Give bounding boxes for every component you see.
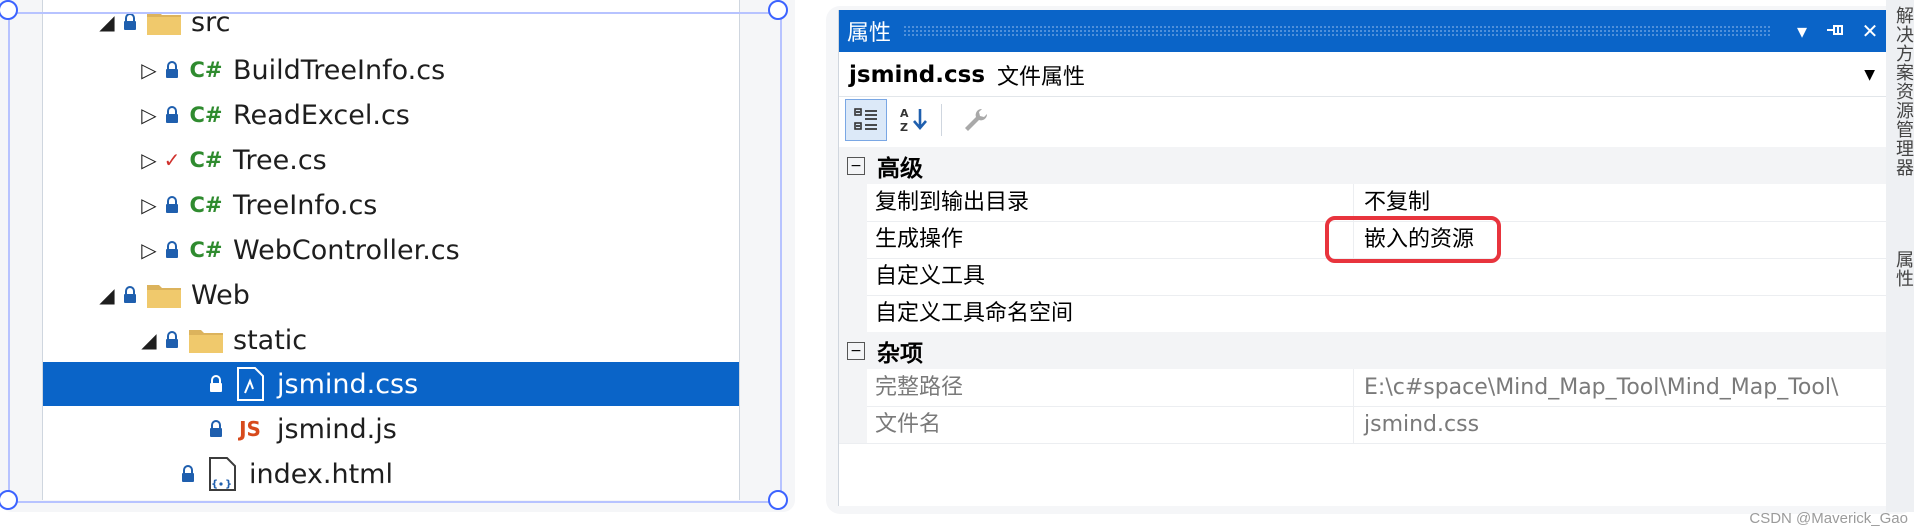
side-tab-properties[interactable]: 属性 [1890, 250, 1914, 288]
property-name: 生成操作 [875, 227, 964, 252]
property-row[interactable]: 自定义工具命名空间 [839, 295, 1887, 333]
collapse-icon[interactable]: − [847, 156, 865, 175]
properties-toolbar: A Z [839, 98, 1887, 142]
collapse-icon[interactable]: − [847, 341, 865, 360]
row-gutter [839, 406, 867, 443]
property-value: E:\c#space\Mind_Map_Tool\Mind_Map_Tool\ [1353, 369, 1887, 406]
property-name: 文件名 [875, 412, 942, 437]
solution-explorer: ◢ src ▷ C# BuildTreeInfo.cs ▷ C# ReadExcel.cs ▷ ✓… [0, 0, 795, 512]
property-row[interactable]: 自定义工具 [839, 258, 1887, 296]
row-gutter [839, 258, 867, 295]
category-label: 高级 [877, 155, 923, 182]
categorized-view-icon[interactable] [845, 99, 887, 141]
side-dock-tabs: 解决方案资源管理器 属性 [1886, 0, 1914, 512]
property-name: 完整路径 [875, 375, 964, 400]
properties-title: 属性 [847, 21, 892, 46]
property-name: 自定义工具 [875, 264, 986, 289]
resize-handle-bottom-right[interactable] [768, 490, 788, 510]
property-value: jsmind.css [1353, 406, 1887, 443]
category-label: 杂项 [877, 340, 923, 367]
property-row[interactable]: 完整路径 E:\c#space\Mind_Map_Tool\Mind_Map_To… [839, 369, 1887, 407]
row-gutter [839, 295, 867, 332]
property-row[interactable]: 文件名 jsmind.css [839, 406, 1887, 444]
property-category[interactable]: − 高级 [839, 147, 1887, 184]
row-gutter [839, 369, 867, 406]
watermark: CSDN @Maverick_Gao [1749, 510, 1908, 527]
resize-handle-bottom-left[interactable] [0, 490, 18, 510]
side-tab-solution-explorer[interactable]: 解决方案资源管理器 [1890, 6, 1914, 177]
window-menu-button[interactable]: ▾ [1785, 19, 1819, 43]
row-gutter [839, 184, 867, 221]
resize-handle-top-right[interactable] [768, 0, 788, 20]
toolbar-separator [941, 104, 942, 136]
properties-window: 属性 ▾ ✕ jsmind.css 文件属性 ▼ A Z − 高级 复制到输出目… [826, 6, 1914, 514]
object-type: 文件属性 [997, 65, 1086, 90]
property-category[interactable]: − 杂项 [839, 332, 1887, 369]
pin-icon[interactable] [1819, 19, 1853, 43]
properties-titlebar: 属性 ▾ ✕ [839, 10, 1887, 52]
selection-frame [8, 12, 782, 503]
close-icon[interactable]: ✕ [1853, 19, 1887, 43]
row-gutter [839, 221, 867, 258]
property-name: 自定义工具命名空间 [875, 301, 1074, 326]
object-selector[interactable]: jsmind.css 文件属性 ▼ [839, 54, 1887, 97]
alphabetical-sort-icon[interactable]: A Z [893, 99, 935, 141]
property-name: 复制到输出目录 [875, 190, 1030, 215]
svg-text:A: A [900, 107, 909, 120]
wrench-icon[interactable] [954, 99, 996, 141]
titlebar-grip[interactable] [903, 25, 1771, 37]
svg-text:Z: Z [900, 121, 908, 134]
object-name: jsmind.css [849, 62, 986, 88]
highlight-annotation-box [1325, 216, 1501, 263]
chevron-down-icon[interactable]: ▼ [1864, 67, 1875, 83]
